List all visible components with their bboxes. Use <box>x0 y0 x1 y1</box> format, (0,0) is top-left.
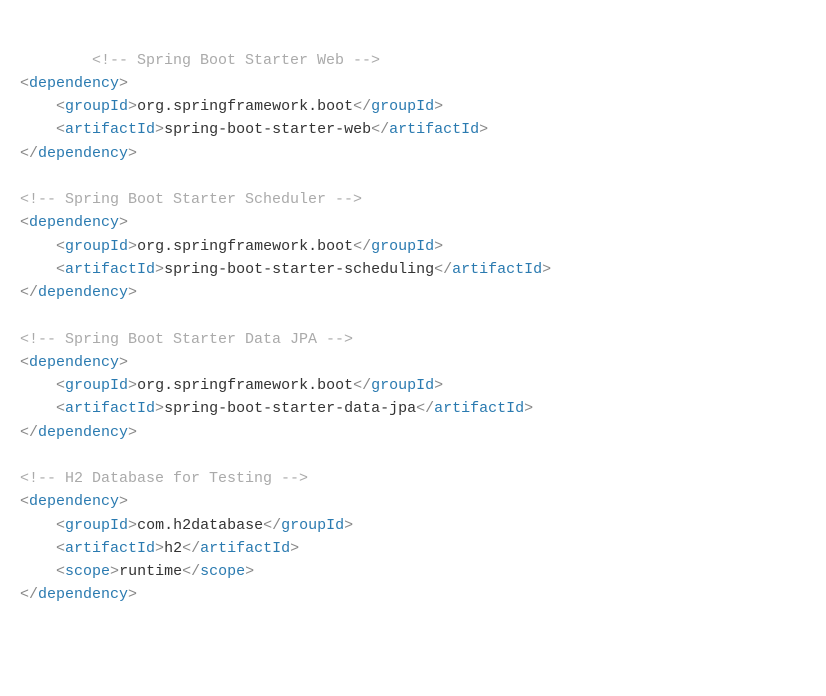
xml-code-block: <!-- Spring Boot Starter Web --> <depend… <box>20 49 826 607</box>
